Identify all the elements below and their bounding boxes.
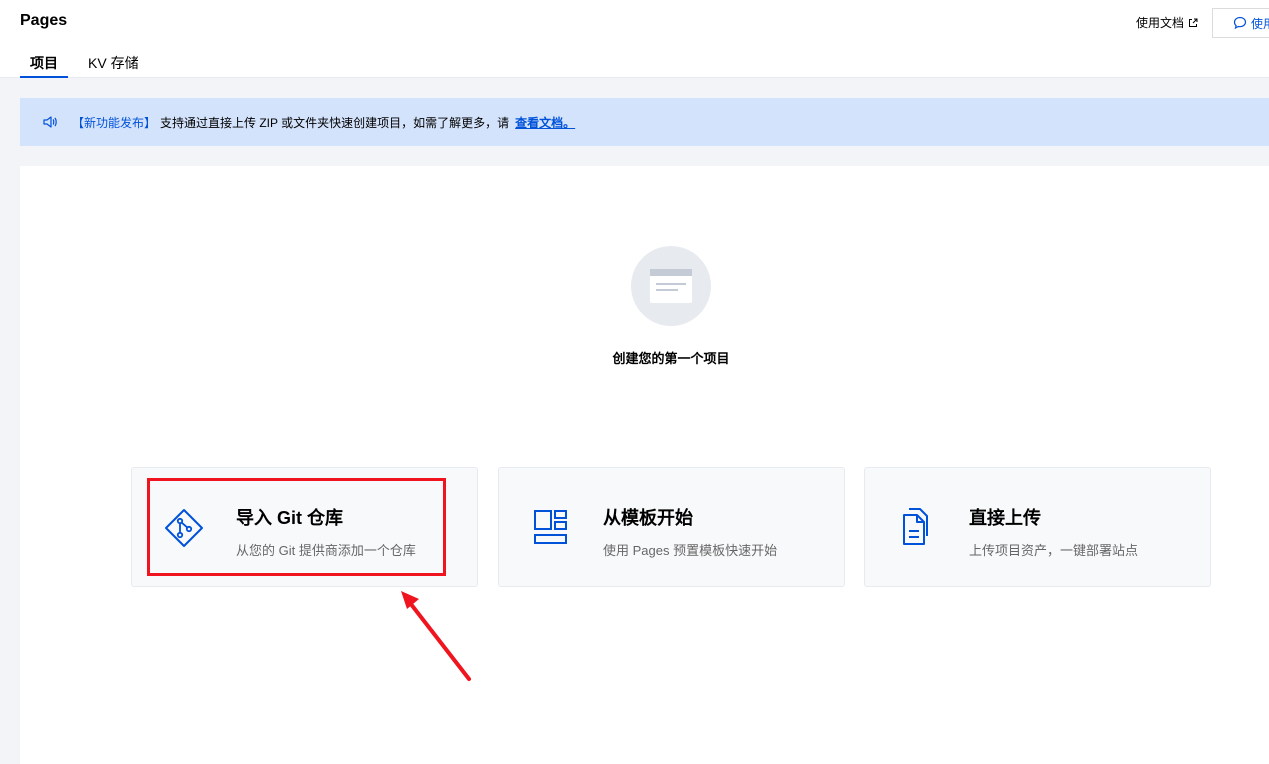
card-title: 直接上传 (969, 508, 1041, 528)
annotation-arrow-icon (401, 591, 471, 681)
card-description: 从您的 Git 提供商添加一个仓库 (236, 543, 416, 558)
template-icon (534, 510, 567, 544)
git-branch-icon (165, 509, 203, 547)
external-link-icon (1189, 18, 1198, 27)
empty-document-icon (631, 246, 711, 326)
announcement-tag: 【新功能发布】 (72, 115, 157, 130)
announcement-text: 支持通过直接上传 ZIP 或文件夹快速创建项目，如需了解更多，请 (160, 115, 510, 130)
import-git-card[interactable]: 导入 Git 仓库 从您的 Git 提供商添加一个仓库 (131, 467, 478, 587)
tab-projects[interactable]: 项目 (20, 52, 68, 78)
view-docs-link[interactable]: 查看文档。 (515, 114, 575, 131)
docs-link-label: 使用文档 (1136, 16, 1185, 30)
card-description: 使用 Pages 预置模板快速开始 (603, 543, 778, 558)
feedback-button[interactable]: 使用 (1212, 8, 1269, 38)
card-title: 从模板开始 (603, 508, 693, 528)
tab-bar: 项目 KV 存储 (20, 52, 149, 78)
direct-upload-card[interactable]: 直接上传 上传项目资产，一键部署站点 (864, 467, 1211, 587)
upload-files-icon (903, 508, 928, 545)
chat-bubble-icon (1233, 16, 1247, 30)
start-from-template-card[interactable]: 从模板开始 使用 Pages 预置模板快速开始 (498, 467, 845, 587)
speaker-icon (43, 116, 57, 128)
card-description: 上传项目资产，一键部署站点 (969, 543, 1139, 558)
main-panel: 创建您的第一个项目 导入 Git 仓库 从您的 Git 提供商添加一个仓库 从模… (20, 166, 1269, 764)
page-title: Pages (20, 12, 68, 29)
docs-link[interactable]: 使用文档 (1136, 14, 1198, 31)
empty-state-title: 创建您的第一个项目 (612, 351, 730, 366)
announcement-banner: 【新功能发布】 支持通过直接上传 ZIP 或文件夹快速创建项目，如需了解更多，请… (20, 98, 1269, 146)
card-title: 导入 Git 仓库 (236, 508, 343, 528)
feedback-button-label: 使用 (1251, 16, 1269, 31)
tab-kv-storage[interactable]: KV 存储 (78, 52, 149, 78)
top-bar: Pages 项目 KV 存储 使用文档 使用 (0, 0, 1269, 78)
